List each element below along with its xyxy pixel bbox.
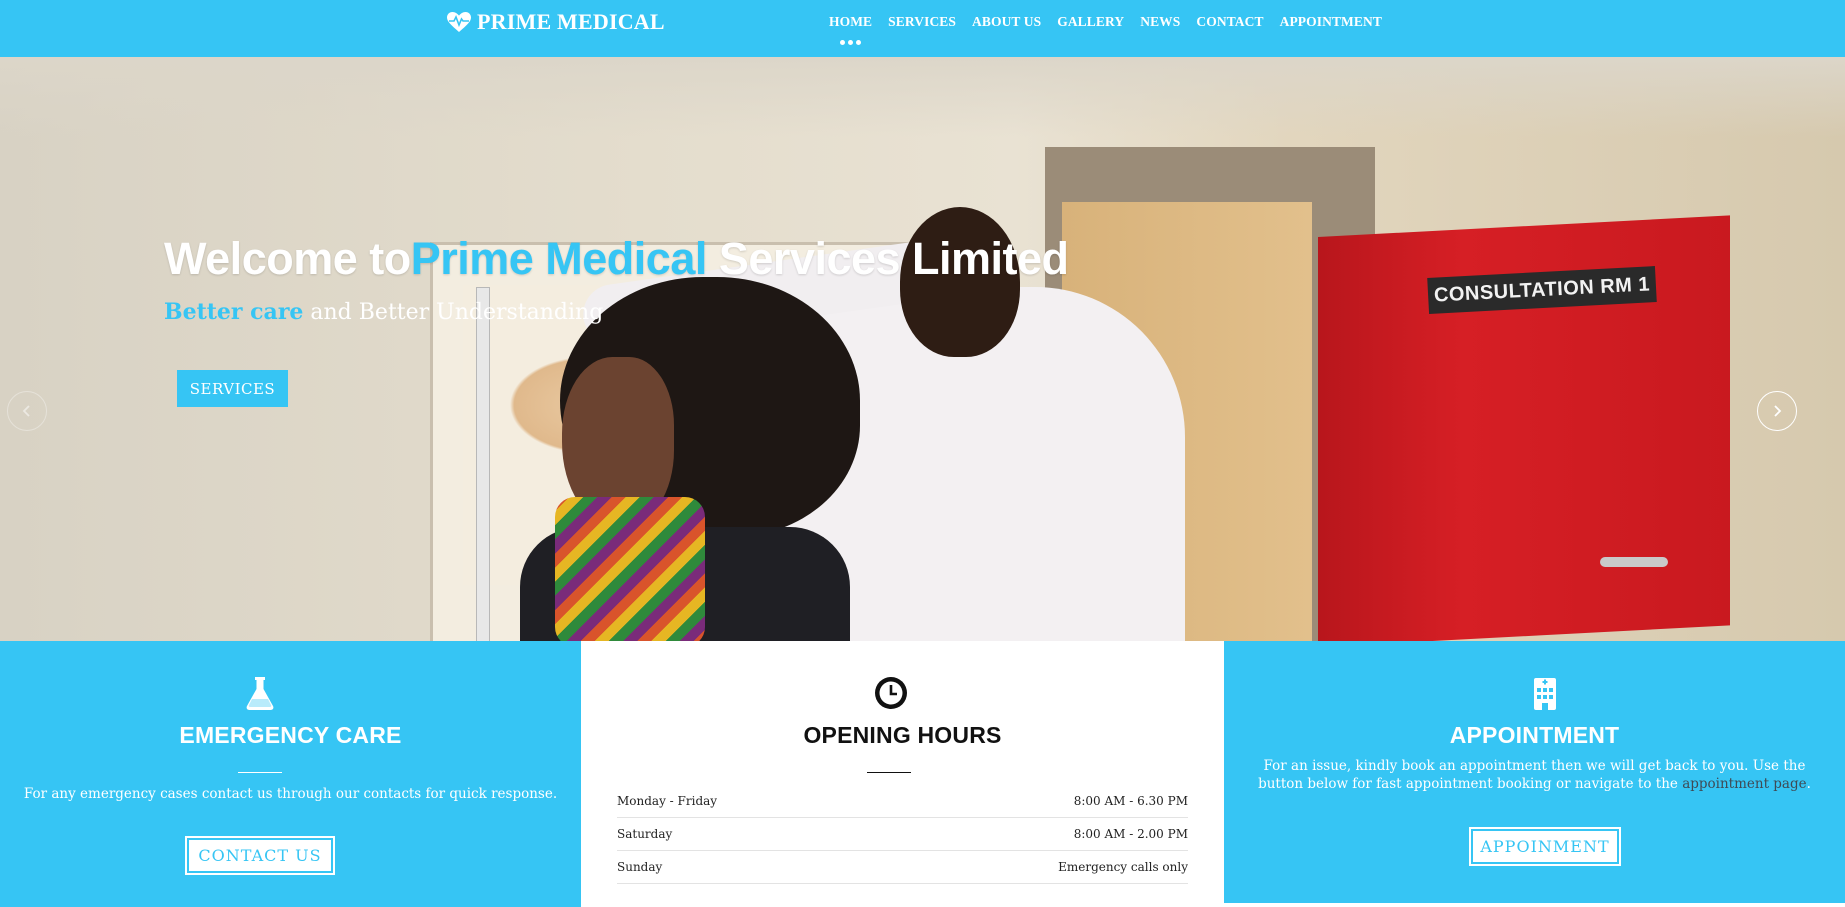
slider-prev-button[interactable] [7, 391, 47, 431]
hero-subtitle: Better care and Better Understanding [164, 299, 604, 325]
title-divider [238, 772, 282, 773]
main-nav: HOME SERVICES ABOUT US GALLERY NEWS CONT… [829, 11, 1398, 30]
nav-news[interactable]: NEWS [1140, 14, 1180, 29]
nav-gallery[interactable]: GALLERY [1057, 14, 1124, 29]
services-button[interactable]: SERVICES [177, 370, 288, 407]
opening-hours-title: OPENING HOURS [803, 722, 1002, 748]
chevron-right-icon [1774, 405, 1782, 417]
nav-services[interactable]: SERVICES [888, 14, 956, 29]
nav-about-us[interactable]: ABOUT US [972, 14, 1041, 29]
hours-time: 8:00 AM - 6.30 PM [1073, 794, 1188, 808]
clock-icon [875, 677, 907, 709]
nav-appointment[interactable]: APPOINTMENT [1280, 14, 1382, 29]
emergency-care-text: For any emergency cases contact us throu… [23, 786, 558, 802]
flask-icon [246, 677, 274, 710]
hours-day: Monday - Friday [617, 794, 718, 808]
hours-row: Saturday 8:00 AM - 2.00 PM [617, 818, 1188, 851]
hours-row: Sunday Emergency calls only [617, 851, 1188, 884]
active-nav-indicator [840, 40, 861, 45]
hero-slider: CONSULTATION RM 1 Welcome toPrime Medica… [0, 57, 1845, 641]
appointment-panel: APPOINTMENT For an issue, kindly book an… [1224, 641, 1845, 903]
slider-next-button[interactable] [1757, 391, 1797, 431]
hours-day: Sunday [617, 860, 663, 874]
brand-name: PRIME MEDICAL [477, 9, 665, 34]
contact-us-button[interactable]: CONTACT US [185, 836, 335, 875]
hours-time: 8:00 AM - 2.00 PM [1073, 827, 1188, 841]
appointment-text: For an issue, kindly book an appointment… [1258, 758, 1811, 792]
top-navbar: PRIME MEDICAL HOME SERVICES ABOUT US GAL… [0, 0, 1845, 57]
nav-contact[interactable]: CONTACT [1196, 14, 1263, 29]
hours-table: Monday - Friday 8:00 AM - 6.30 PM Saturd… [617, 785, 1188, 884]
hospital-icon [1534, 678, 1556, 710]
emergency-care-title: EMERGENCY CARE [179, 722, 402, 748]
emergency-care-panel: EMERGENCY CARE For any emergency cases c… [0, 641, 581, 907]
opening-hours-panel: OPENING HOURS Monday - Friday 8:00 AM - … [581, 641, 1224, 907]
heartbeat-icon [447, 12, 471, 32]
hours-day: Saturday [617, 827, 673, 841]
nav-home[interactable]: HOME [829, 14, 872, 29]
title-divider [867, 772, 911, 773]
appointment-title: APPOINTMENT [1449, 722, 1620, 748]
hero-title: Welcome toPrime Medical Services Limited [164, 233, 1069, 284]
brand-logo[interactable]: PRIME MEDICAL [446, 9, 665, 35]
appointment-page-link[interactable]: appointment page [1682, 776, 1806, 792]
hours-time: Emergency calls only [1058, 860, 1188, 874]
hours-row: Monday - Friday 8:00 AM - 6.30 PM [617, 785, 1188, 818]
appointment-button[interactable]: APPOINMENT [1469, 827, 1621, 866]
chevron-left-icon [22, 405, 30, 417]
